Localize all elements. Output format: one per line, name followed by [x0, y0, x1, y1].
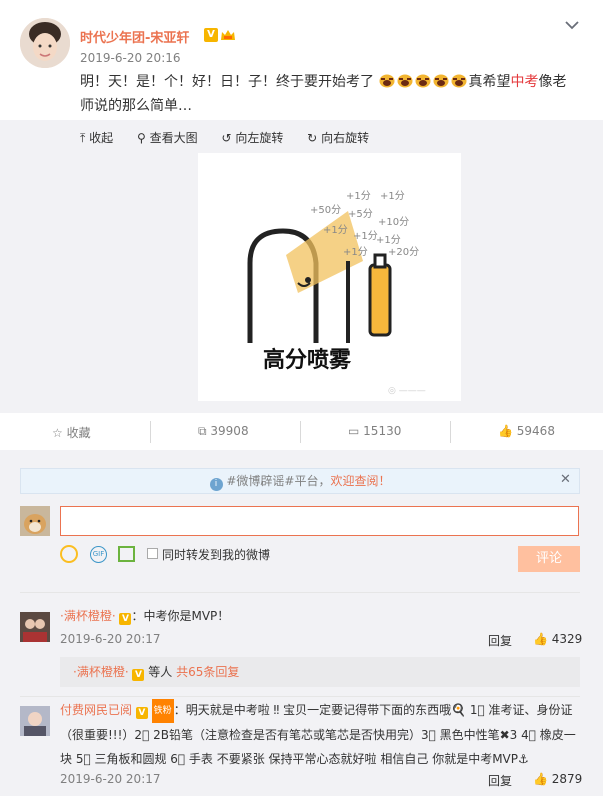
score-text: +1分 — [376, 234, 401, 246]
commenter-avatar[interactable] — [20, 612, 50, 642]
action-bar: ☆ 收藏 ⧉ 39908 ▭ 15130 👍 59468 — [0, 413, 603, 451]
comment-like-button[interactable]: 👍 4329 — [533, 632, 582, 646]
comment-text: 付费网民已阅 V 铁粉 ：明天就是中考啦 ‼ 宝贝一定要记得带下面的东西哦🍳 1⃣… — [60, 698, 580, 771]
crying-emoji-icon — [378, 74, 468, 90]
commenter-avatar[interactable] — [20, 706, 50, 736]
chevron-down-icon[interactable] — [565, 18, 579, 34]
commenter-name[interactable]: 付费网民已阅 — [60, 703, 132, 717]
author-name[interactable]: 时代少年团-宋亚轩 — [80, 27, 189, 46]
reply-button[interactable]: 回复 — [488, 772, 512, 789]
score-text: +10分 — [378, 216, 409, 228]
post-text: 明！天！是！个！好！日！子！终于要开始考了 真希望中考像老师说的那么简单… — [80, 70, 580, 118]
verified-v-icon[interactable]: V — [204, 28, 218, 42]
image-icon[interactable] — [118, 546, 135, 562]
comment-text: ·满杯橙橙· V ：中考你是MVP！ — [60, 609, 230, 625]
rotate-left-icon: ↺ — [221, 131, 232, 145]
emoji-icon[interactable] — [60, 545, 78, 563]
forward-checkbox[interactable] — [147, 548, 158, 559]
post-timestamp[interactable]: 2019-6-20 20:16 — [80, 51, 181, 65]
rumor-topic-link[interactable]: #微博辟谣#平台， — [226, 474, 330, 488]
rotate-right-icon: ↻ — [307, 131, 318, 145]
topic-link[interactable]: 中考 — [510, 74, 538, 90]
watermark: ◎ ——— — [388, 386, 426, 396]
verified-v-icon: V — [119, 613, 132, 625]
score-text: +5分 — [348, 208, 373, 220]
rumor-notice: i #微博辟谣#平台，欢迎查阅！ — [20, 468, 580, 494]
gif-icon[interactable]: GIF — [90, 546, 107, 563]
score-text: +1分 — [353, 230, 378, 242]
repost-button[interactable]: ⧉ 39908 — [198, 424, 249, 439]
rotate-left-button[interactable]: ↺ 向左旋转 — [221, 131, 283, 145]
favorite-button[interactable]: ☆ 收藏 — [52, 424, 91, 441]
view-large-button[interactable]: ⚲ 查看大图 — [137, 131, 198, 145]
comment-button[interactable]: ▭ 15130 — [348, 424, 401, 438]
comment-time[interactable]: 2019-6-20 20:17 — [60, 632, 161, 646]
comment-like-button[interactable]: 👍 2879 — [533, 772, 582, 786]
repost-icon: ⧉ — [198, 424, 207, 438]
post-text-part1: 明！天！是！个！好！日！子！终于要开始考了 — [80, 74, 374, 90]
rotate-right-button[interactable]: ↻ 向右旋转 — [307, 131, 369, 145]
score-text: +50分 — [310, 204, 341, 216]
post-text-part2: 真希望 — [468, 74, 511, 90]
sub-replies-count-link[interactable]: 共65条回复 — [176, 665, 239, 679]
collapse-media-button[interactable]: ⤒ 收起 — [80, 131, 113, 145]
fan-badge: 铁粉 — [151, 699, 174, 723]
reply-button[interactable]: 回复 — [488, 632, 512, 649]
magnifier-icon: ⚲ — [136, 131, 146, 145]
star-icon: ☆ — [52, 426, 63, 440]
score-text: +1分 — [323, 224, 348, 236]
comment-time[interactable]: 2019-6-20 20:17 — [60, 772, 161, 786]
score-text: +1分 — [380, 190, 405, 202]
vip-crown-icon[interactable] — [220, 28, 236, 42]
comment-input[interactable] — [60, 506, 579, 536]
thumbs-up-icon: 👍 — [498, 424, 513, 438]
score-text: +1分 — [343, 246, 368, 258]
notice-link[interactable]: 欢迎查阅！ — [330, 474, 390, 488]
commenter-name[interactable]: ·满杯橙橙· — [60, 609, 116, 623]
forward-label[interactable]: 同时转发到我的微博 — [162, 546, 270, 563]
thumbs-up-icon: 👍 — [533, 772, 548, 786]
my-avatar[interactable] — [20, 506, 50, 536]
media-toolbar: ⤒ 收起 ⚲ 查看大图 ↺ 向左旋转 ↻ 向右旋转 — [80, 129, 389, 146]
sub-replies-bar[interactable]: ·满杯橙橙· V 等人 共65条回复 — [60, 657, 580, 687]
meme-caption: 高分喷雾 — [263, 347, 352, 373]
score-text: +1分 — [346, 190, 371, 202]
verified-v-icon: V — [135, 707, 148, 719]
like-button[interactable]: 👍 59468 — [498, 424, 555, 438]
comment-icon: ▭ — [348, 424, 360, 438]
divider — [20, 592, 580, 593]
sub-reply-name[interactable]: ·满杯橙橙· — [73, 665, 129, 679]
author-avatar[interactable] — [20, 18, 70, 68]
divider — [20, 696, 580, 697]
close-icon[interactable]: ✕ — [560, 472, 571, 487]
info-icon: i — [209, 478, 223, 491]
meme-image[interactable]: +1分 +50分 +5分 +1分 +10分 +1分 +1分 +1分 +20分 +… — [198, 153, 461, 401]
submit-comment-button[interactable]: 评论 — [518, 546, 580, 572]
verified-v-icon: V — [132, 669, 145, 681]
score-text: +20分 — [388, 246, 419, 258]
thumbs-up-icon: 👍 — [533, 632, 548, 646]
